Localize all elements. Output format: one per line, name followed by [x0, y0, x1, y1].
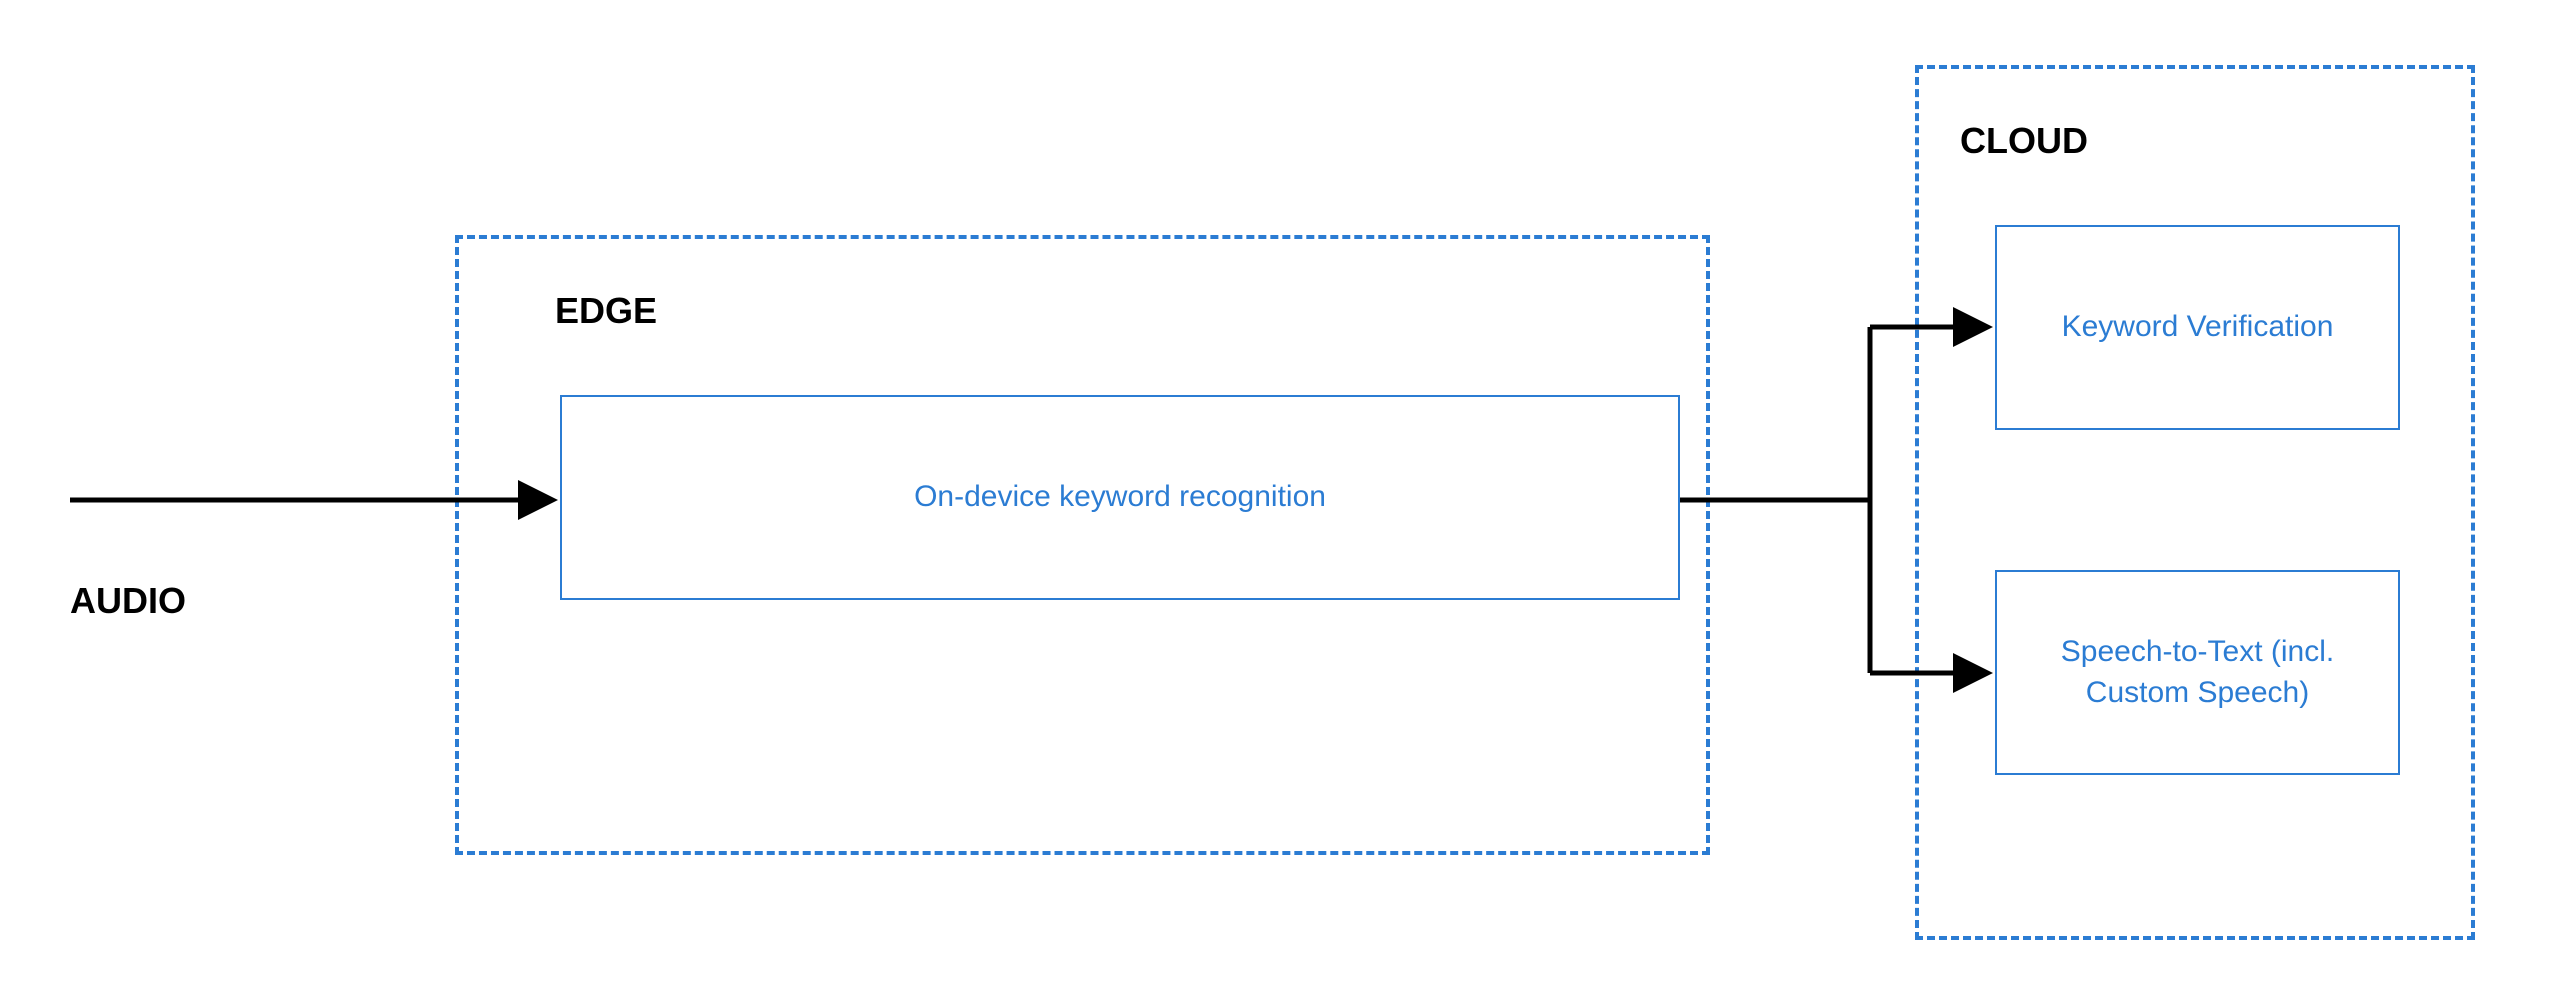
cloud-title: CLOUD	[1960, 120, 2088, 162]
edge-title: EDGE	[555, 290, 657, 332]
cloud-container	[1915, 65, 2475, 940]
keyword-verification-text: Keyword Verification	[2062, 307, 2334, 348]
diagram-root: AUDIO EDGE On-device keyword recognition…	[0, 0, 2575, 983]
speech-to-text-text: Speech-to-Text (incl. Custom Speech)	[2027, 632, 2368, 713]
audio-label: AUDIO	[70, 580, 186, 622]
on-device-keyword-recognition-text: On-device keyword recognition	[914, 477, 1326, 518]
keyword-verification-box: Keyword Verification	[1995, 225, 2400, 430]
speech-to-text-box: Speech-to-Text (incl. Custom Speech)	[1995, 570, 2400, 775]
on-device-keyword-recognition-box: On-device keyword recognition	[560, 395, 1680, 600]
